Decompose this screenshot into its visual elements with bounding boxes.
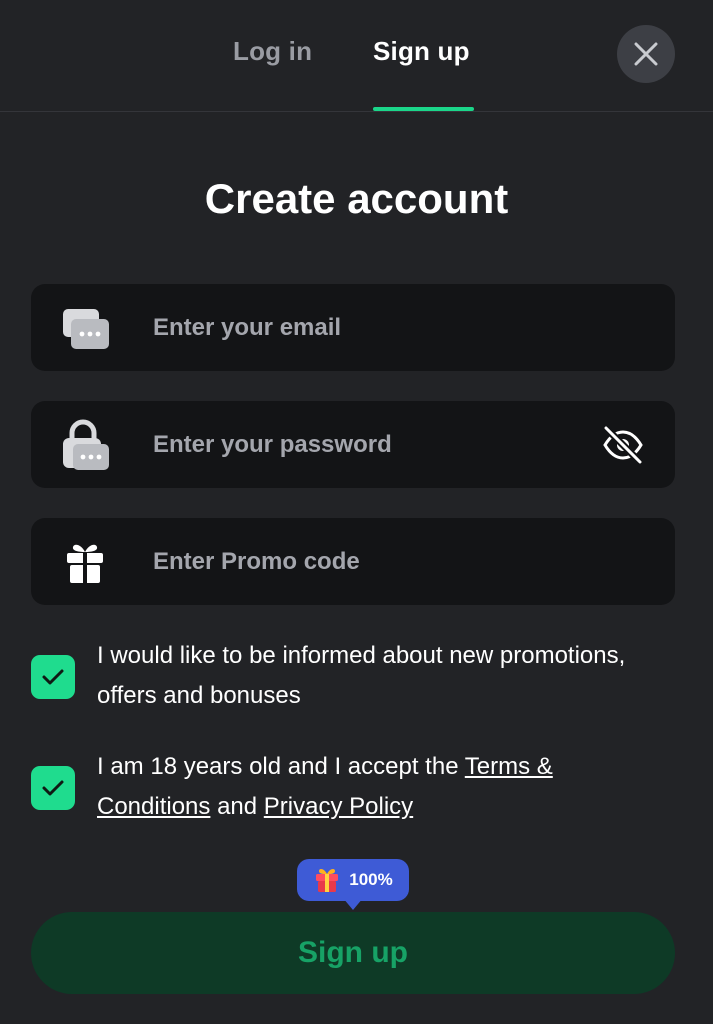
sign-up-button[interactable]: Sign up — [31, 912, 675, 994]
terms-text-before: I am 18 years old and I accept the — [97, 753, 465, 780]
eye-off-icon — [602, 424, 644, 465]
lock-icon — [61, 418, 111, 472]
checkmark-icon — [42, 780, 64, 796]
password-field[interactable] — [31, 401, 675, 488]
gift-icon — [65, 540, 105, 584]
page-title: Create account — [204, 175, 509, 222]
password-input[interactable] — [153, 401, 613, 488]
active-tab-indicator — [373, 107, 474, 111]
tab-sign-up[interactable]: Sign up — [373, 36, 470, 67]
terms-consent-label: I am 18 years old and I accept the Terms… — [97, 747, 657, 827]
bonus-badge-pointer — [343, 898, 363, 910]
close-icon — [634, 42, 658, 66]
terms-checkbox[interactable] — [31, 766, 75, 810]
promo-code-field[interactable] — [31, 518, 675, 605]
email-field[interactable] — [31, 284, 675, 371]
auth-header: Log in Sign up — [0, 0, 713, 112]
privacy-policy-link[interactable]: Privacy Policy — [264, 793, 413, 820]
promo-code-input[interactable] — [153, 518, 613, 605]
email-input[interactable] — [153, 284, 613, 371]
terms-text-middle: and — [210, 793, 264, 820]
email-icon — [61, 305, 111, 351]
tab-log-in[interactable]: Log in — [233, 36, 312, 67]
close-button[interactable] — [617, 25, 675, 83]
bonus-badge: 100% — [297, 859, 409, 901]
checkmark-icon — [42, 669, 64, 685]
promotions-consent-label: I would like to be informed about new pr… — [97, 642, 626, 709]
promotions-checkbox[interactable] — [31, 655, 75, 699]
gift-box-icon — [316, 869, 339, 892]
toggle-password-visibility[interactable] — [601, 423, 645, 467]
bonus-badge-text: 100% — [349, 870, 393, 889]
